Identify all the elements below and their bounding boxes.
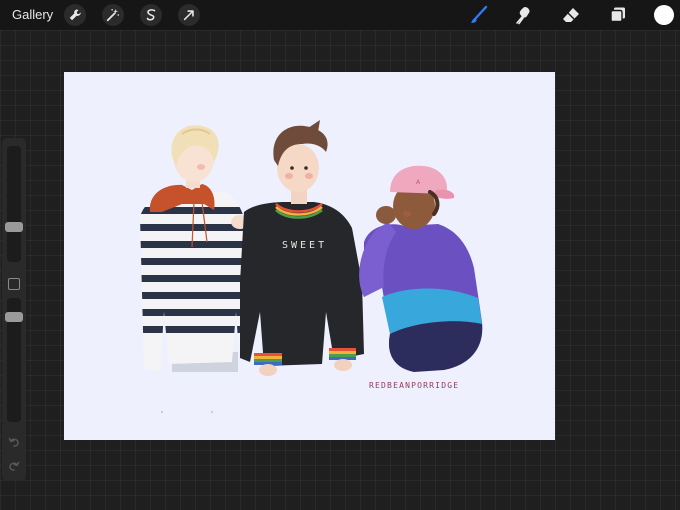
selection-icon [146, 9, 156, 21]
brush-button[interactable] [469, 5, 489, 25]
opacity-thumb[interactable] [5, 312, 23, 322]
sweater-text: SWEET [282, 240, 328, 251]
eraser-button[interactable] [561, 5, 581, 25]
figure-right: A [359, 165, 483, 372]
wrench-icon [69, 9, 81, 21]
eraser-icon [563, 8, 579, 22]
smudge-button[interactable] [514, 5, 534, 25]
gallery-button[interactable]: Gallery [12, 7, 53, 22]
brush-size-thumb[interactable] [5, 222, 23, 232]
color-picker-button[interactable] [654, 5, 674, 25]
adjustments-button[interactable] [102, 4, 124, 26]
layers-icon [610, 7, 625, 23]
smudge-icon [516, 7, 530, 25]
left-sidebar [2, 138, 26, 481]
transform-arrow-icon [183, 10, 194, 21]
redo-icon[interactable] [8, 460, 20, 472]
transform-button[interactable] [178, 4, 200, 26]
artwork-illustration: A [140, 120, 483, 413]
actions-wrench-button[interactable] [64, 4, 86, 26]
modify-button[interactable] [8, 278, 20, 290]
artist-signature: REDBEANPORRIDGE [369, 381, 460, 390]
undo-icon[interactable] [8, 436, 20, 448]
selection-button[interactable] [140, 4, 162, 26]
layers-button[interactable] [608, 5, 628, 25]
brush-icon [471, 5, 488, 23]
magic-wand-icon [106, 8, 120, 22]
top-toolbar: Gallery [0, 0, 680, 30]
drawing-canvas[interactable]: A SWEET REDBEANPORRIDGE [64, 72, 555, 440]
brush-size-slider[interactable] [7, 146, 21, 262]
